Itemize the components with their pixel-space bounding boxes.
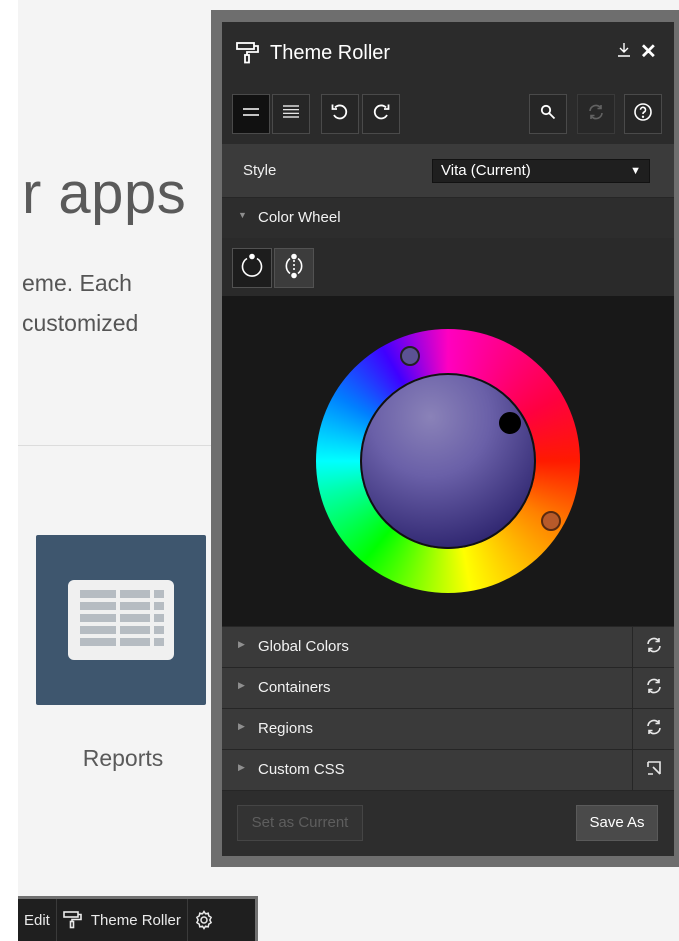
undo-button[interactable]	[321, 94, 359, 134]
style-row: Style Vita (Current) ▼	[222, 144, 674, 197]
gear-icon	[194, 910, 214, 930]
single-point-wheel-icon	[239, 253, 265, 284]
dialog-title-bar[interactable]: Theme Roller ✕	[222, 22, 674, 84]
refresh-icon	[645, 636, 663, 659]
search-icon	[540, 104, 556, 125]
paint-roller-icon	[63, 911, 83, 929]
expand-icon	[645, 759, 663, 782]
page-left-margin	[0, 0, 18, 941]
dialog-toolbar	[222, 84, 674, 144]
global-colors-label: Global Colors	[258, 638, 349, 655]
hero-title: r apps	[22, 161, 187, 226]
reports-tile-label[interactable]: Reports	[36, 745, 210, 772]
secondary-color-handle[interactable]	[541, 511, 561, 531]
style-select-value: Vita (Current)	[441, 162, 531, 179]
theme-roller-dialog: Theme Roller ✕ Style Vita (Current) ▼ ▼ …	[222, 22, 674, 856]
close-icon[interactable]: ✕	[640, 39, 657, 64]
reset-regions-button[interactable]	[632, 709, 674, 749]
reports-tile[interactable]	[36, 535, 206, 705]
edit-label: Edit	[24, 911, 50, 929]
containers-label: Containers	[258, 679, 331, 696]
color-wheel-area	[222, 296, 674, 626]
theme-roller-label: Theme Roller	[90, 911, 181, 929]
help-button[interactable]	[624, 94, 662, 134]
simple-list-icon	[242, 105, 260, 123]
theme-roller-button[interactable]: Theme Roller	[57, 899, 188, 941]
expanded-arrow-icon: ▼	[238, 210, 247, 220]
undo-icon	[330, 102, 350, 127]
monochrome-mode-button[interactable]	[232, 248, 272, 288]
settings-button[interactable]	[188, 899, 220, 941]
open-css-editor-button[interactable]	[632, 750, 674, 790]
style-label: Style	[243, 162, 277, 179]
table-icon	[68, 580, 174, 660]
regions-section-header[interactable]: ▶ Regions	[222, 708, 674, 749]
reset-global-colors-button[interactable]	[632, 627, 674, 667]
complementary-mode-button[interactable]	[274, 248, 314, 288]
simple-view-button[interactable]	[232, 94, 270, 134]
refresh-icon	[645, 718, 663, 741]
collapsed-arrow-icon: ▶	[238, 680, 245, 690]
global-colors-section-header[interactable]: ▶ Global Colors	[222, 626, 674, 667]
edit-button[interactable]: Edit	[18, 899, 57, 941]
section-divider	[18, 445, 218, 446]
detailed-view-button[interactable]	[272, 94, 310, 134]
caret-down-icon: ▼	[630, 165, 641, 177]
dual-point-wheel-icon	[281, 253, 307, 284]
reset-containers-button[interactable]	[632, 668, 674, 708]
redo-icon	[371, 102, 391, 127]
collapsed-arrow-icon: ▶	[238, 639, 245, 649]
dialog-title: Theme Roller	[270, 42, 391, 64]
set-as-current-button[interactable]: Set as Current	[237, 805, 363, 841]
save-as-button[interactable]: Save As	[576, 805, 658, 841]
regions-label: Regions	[258, 720, 314, 737]
help-icon	[633, 102, 653, 127]
developer-toolbar: Edit Theme Roller	[18, 896, 258, 941]
style-select[interactable]: Vita (Current) ▼	[432, 159, 650, 183]
refresh-icon	[645, 677, 663, 700]
color-wheel-label: Color Wheel	[258, 209, 341, 226]
collapsed-arrow-icon: ▶	[238, 721, 245, 731]
dialog-footer: Set as Current Save As	[222, 790, 674, 856]
redo-button[interactable]	[362, 94, 400, 134]
primary-color-handle[interactable]	[400, 346, 420, 366]
color-wheel-section-header[interactable]: ▼ Color Wheel	[222, 197, 674, 238]
containers-section-header[interactable]: ▶ Containers	[222, 667, 674, 708]
paint-roller-icon	[236, 42, 260, 69]
hue-handle[interactable]	[499, 412, 521, 434]
reset-all-button[interactable]	[577, 94, 615, 134]
hero-description-line-2: customized	[22, 310, 139, 336]
collapsed-arrow-icon: ▶	[238, 762, 245, 772]
color-mode-row	[222, 238, 674, 296]
custom-css-section-header[interactable]: ▶ Custom CSS	[222, 749, 674, 790]
pin-icon[interactable]	[617, 42, 631, 63]
refresh-icon	[587, 103, 605, 126]
custom-css-label: Custom CSS	[258, 761, 345, 778]
detailed-list-icon	[282, 104, 300, 124]
saturation-disc[interactable]	[360, 373, 536, 549]
search-button[interactable]	[529, 94, 567, 134]
hero-description-line-1: eme. Each	[22, 270, 132, 296]
